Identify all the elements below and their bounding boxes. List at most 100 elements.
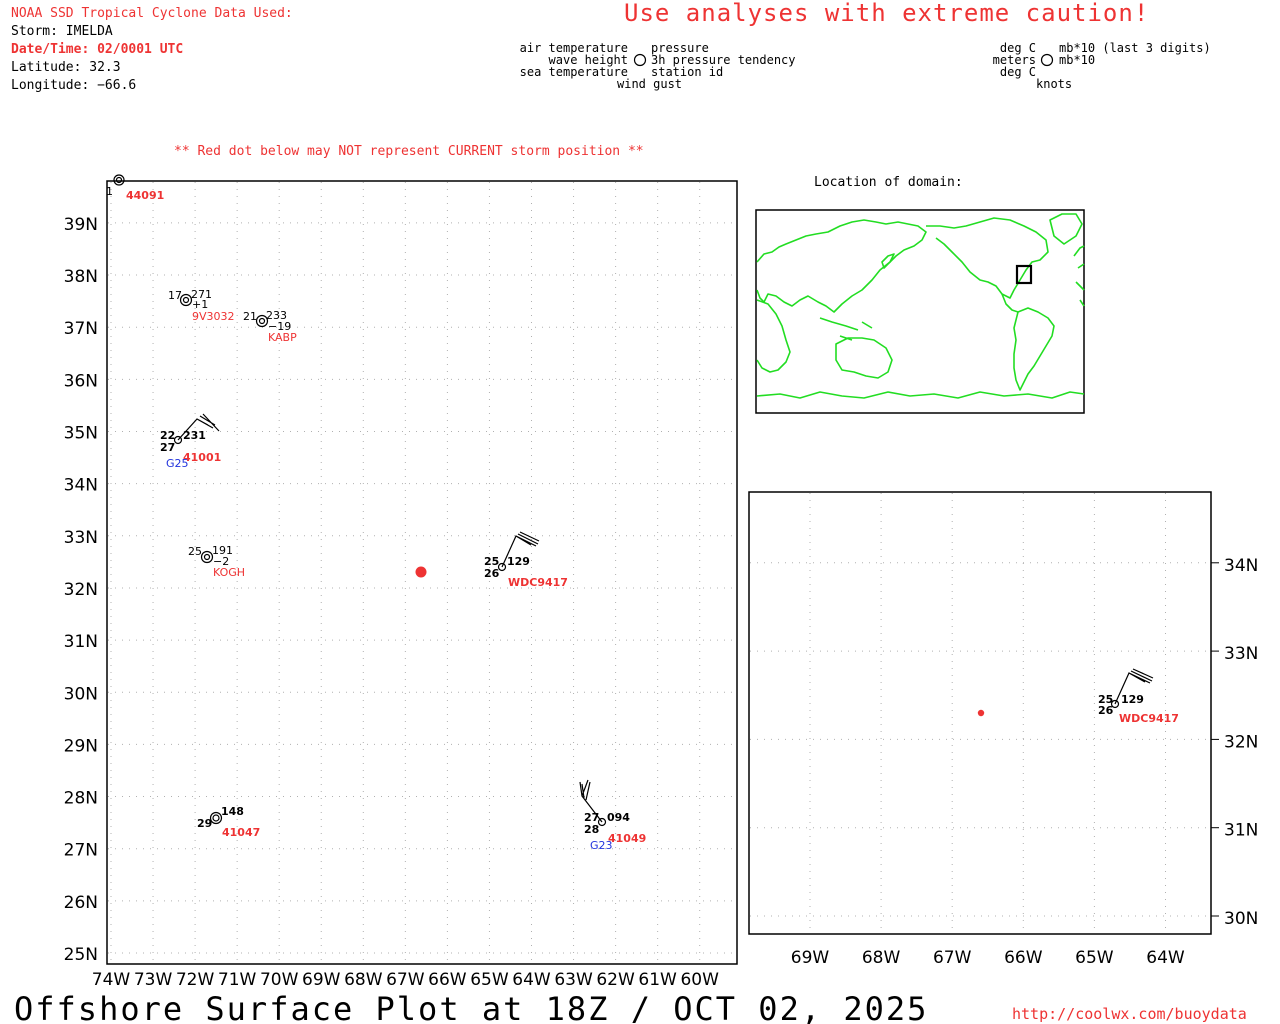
lat-tick-label: 26N (64, 893, 98, 913)
station-id: 9V3032 (192, 310, 235, 323)
lat-tick-label: 29N (64, 736, 98, 756)
station-circle-inner (258, 317, 266, 325)
lon-tick-label: 64W (1146, 948, 1185, 968)
coastline-antarctica (756, 391, 1085, 399)
units-gust: knots (1036, 77, 1072, 91)
air-temp: 25 (188, 545, 202, 558)
station-id: WDC9417 (508, 576, 568, 589)
pressure: 129 (1121, 693, 1144, 706)
coastline-south-america (1013, 307, 1055, 391)
units-tendency: mb*10 (1059, 53, 1095, 67)
lat-tick-label: 32N (64, 580, 98, 600)
station-legend: air temperature wave height sea temperat… (520, 41, 796, 91)
source-line: NOAA SSD Tropical Cyclone Data Used: (11, 6, 293, 21)
station-circle-inner (182, 296, 190, 304)
lat-tick-label: 31N (64, 632, 98, 652)
lon-tick-label: 69W (791, 948, 830, 968)
lon-tick-label: 68W (344, 970, 383, 990)
lat-tick-label: 38N (64, 267, 98, 287)
sea-temp: 29 (197, 817, 212, 830)
lat-tick-label: 34N (64, 476, 98, 496)
lon-tick-label: 67W (386, 970, 425, 990)
world-coastlines (756, 213, 1085, 399)
station-id: KOGH (213, 566, 245, 579)
coastline-japan (881, 253, 895, 269)
wind-gust: G23 (590, 839, 613, 852)
lon-tick-label: 72W (176, 970, 215, 990)
legend-station-circle (633, 53, 647, 67)
storm-info-block: NOAA SSD Tropical Cyclone Data Used: Sto… (11, 6, 293, 93)
lat-tick-label: 30N (1224, 909, 1258, 929)
lon-tick-label: 66W (428, 970, 467, 990)
inset-title: Location of domain: (814, 175, 963, 190)
lon-tick-label: 68W (862, 948, 901, 968)
zoom-map-lon-ticks: 69W 68W 67W 66W 65W 64W (791, 948, 1185, 968)
lon-tick-label: 70W (260, 970, 299, 990)
legend-sea-temp: sea temperature (520, 65, 628, 79)
station-circle (113, 174, 125, 186)
station-id: 41047 (222, 826, 260, 839)
coastline-indonesia (819, 317, 873, 341)
lon-tick-label: 61W (638, 970, 677, 990)
zoom-station-WDC9417: 25 129 26 WDC9417 (1098, 668, 1179, 725)
coastline-north-america (926, 217, 1049, 299)
lon-tick-label: 64W (512, 970, 551, 990)
units-legend: deg C meters deg C mb*10 (last 3 digits)… (993, 41, 1211, 91)
station-id: WDC9417 (1119, 712, 1179, 725)
storm-name: Storm: IMELDA (11, 24, 113, 39)
lat-tick-label: 27N (64, 841, 98, 861)
units-station-circle (1040, 53, 1054, 67)
lat-tick-label: 35N (64, 424, 98, 444)
lon-tick-label: 69W (302, 970, 341, 990)
longitude: Longitude: −66.6 (11, 78, 136, 93)
station-circle-inner (203, 553, 211, 561)
station-44091: 1 44091 (106, 174, 164, 202)
lon-tick-label: 71W (218, 970, 257, 990)
surface-plot: NOAA SSD Tropical Cyclone Data Used: Sto… (11, 0, 1258, 1024)
lon-tick-label: 66W (1004, 948, 1043, 968)
lon-tick-label: 62W (596, 970, 635, 990)
latitude: Latitude: 32.3 (11, 60, 121, 75)
station-circle-inner (212, 814, 220, 822)
sea-temp: 26 (484, 567, 500, 580)
station-WDC9417: 25 129 26 WDC9417 (484, 531, 568, 589)
plot-title: Offshore Surface Plot at 18Z / OCT 02, 2… (14, 990, 928, 1024)
storm-position-dot (415, 566, 427, 578)
units-sea: deg C (1000, 65, 1036, 79)
lat-tick-label: 30N (64, 684, 98, 704)
station-KABP: 21 233 −19 KABP (243, 309, 297, 344)
storm-position-warning: ** Red dot below may NOT represent CURRE… (174, 144, 644, 159)
lon-tick-label: 65W (1075, 948, 1114, 968)
coastline-asia (756, 219, 927, 313)
lat-tick-label: 31N (1224, 821, 1258, 841)
lon-tick-label: 74W (92, 970, 131, 990)
coastline-africa (756, 299, 791, 373)
station-KOGH: 25 191 −2 KOGH (188, 544, 245, 579)
air-temp: 21 (243, 310, 257, 323)
wind-gust: G25 (166, 457, 189, 470)
lat-tick-label: 34N (1224, 556, 1258, 576)
pressure: 231 (183, 429, 206, 442)
zoom-storm-dot (977, 709, 985, 717)
pressure: 094 (607, 811, 630, 824)
lat-tick-label: 33N (1224, 644, 1258, 664)
sea-temp: 28 (584, 823, 599, 836)
lat-tick-label: 39N (64, 215, 98, 235)
world-locator-map (755, 209, 1085, 414)
caution-banner: Use analyses with extreme caution! (624, 0, 1149, 27)
zoom-map-lat-ticks: 30N 31N 32N 33N 34N (1211, 556, 1258, 929)
date-time: Date/Time: 02/0001 UTC (11, 42, 183, 57)
sea-temp: 26 (1098, 704, 1114, 717)
lat-tick-label: 37N (64, 319, 98, 339)
main-map: 74W 73W 72W 71W 70W 69W 68W 67W 66W 65W 64W 63W 62W 6… (64, 174, 738, 990)
station-44091-fragment: 1 (106, 185, 113, 198)
pressure: 129 (507, 555, 530, 568)
lon-tick-label: 73W (134, 970, 173, 990)
coastline-australia (835, 337, 893, 379)
station-41049: 27 094 28 41049 G23 (579, 779, 646, 852)
lon-tick-label: 63W (554, 970, 593, 990)
source-url[interactable]: http://coolwx.com/buoydata (1012, 1005, 1247, 1023)
station-41047: 148 29 41047 (197, 805, 260, 839)
lon-tick-label: 60W (680, 970, 719, 990)
station-circle (179, 293, 193, 307)
